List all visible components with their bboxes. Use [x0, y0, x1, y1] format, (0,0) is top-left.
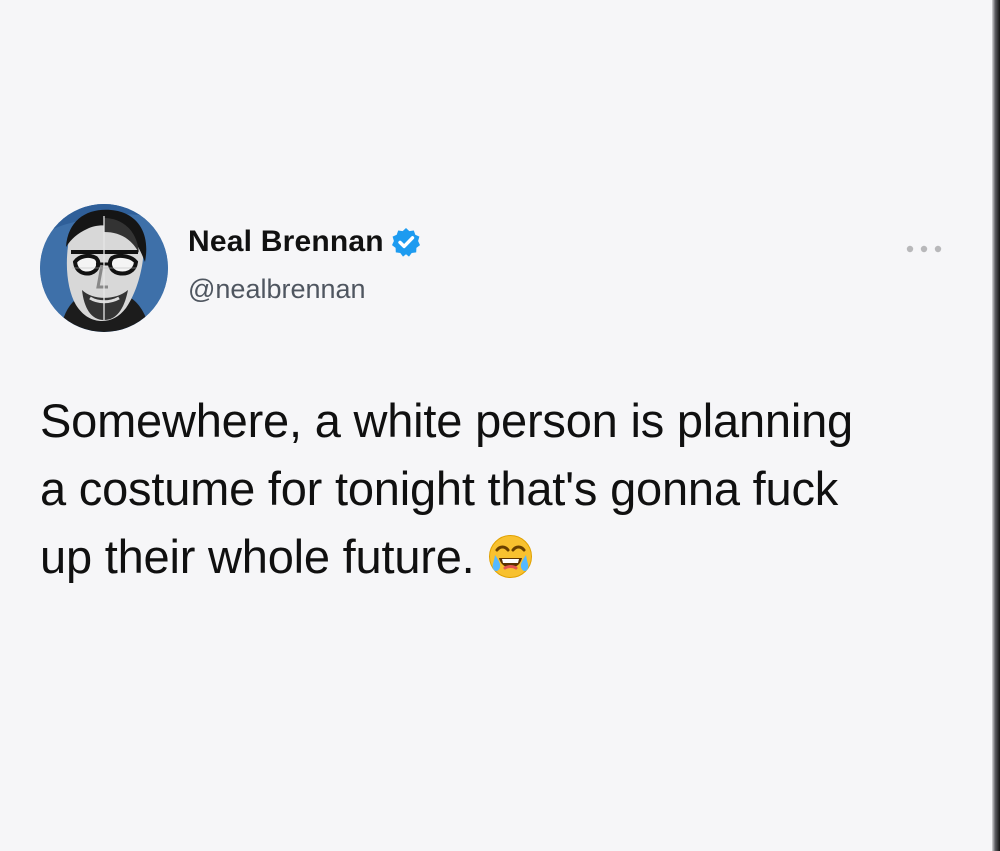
screenshot-right-edge: [992, 0, 1000, 851]
author-handle[interactable]: @nealbrennan: [188, 274, 688, 305]
tweet-text-line-2: a costume for tonight that's gonna fuck: [40, 462, 839, 515]
verified-badge-icon: [390, 226, 422, 258]
tweet-text-line-1: Somewhere, a white person is planning: [40, 394, 853, 447]
tweet-text-line-3: up their whole future.: [40, 523, 980, 591]
tweet-card: Neal Brennan @nealbrennan Somewhere, a w…: [0, 0, 992, 851]
tweet-screenshot: Neal Brennan @nealbrennan Somewhere, a w…: [0, 0, 992, 851]
more-options-button[interactable]: [905, 241, 943, 253]
profile-photo-icon: [40, 204, 168, 332]
tweet-text: Somewhere, a white person is planning a …: [40, 387, 980, 591]
more-options-icon: [906, 245, 942, 253]
tweet-text-line-3-text: up their whole future.: [40, 530, 475, 583]
face-with-tears-of-joy-icon: [487, 530, 534, 578]
author-name-row: Neal Brennan: [188, 222, 688, 262]
avatar[interactable]: [40, 204, 168, 332]
tweet-author: Neal Brennan @nealbrennan: [188, 222, 688, 305]
author-display-name[interactable]: Neal Brennan: [188, 225, 384, 259]
